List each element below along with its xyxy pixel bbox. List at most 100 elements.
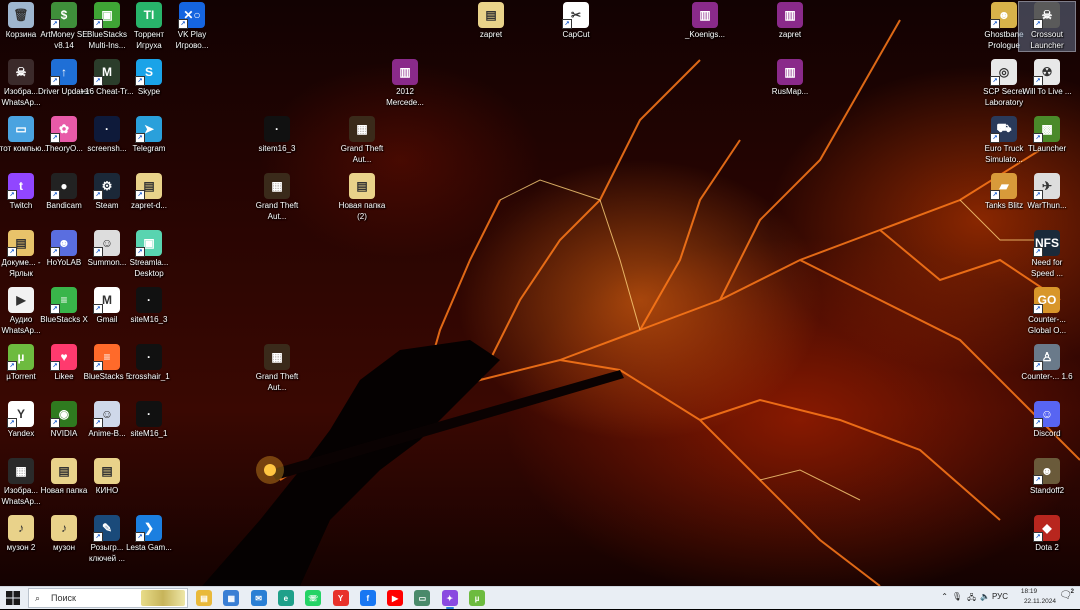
shortcut-arrow-icon: ↗ [1033,532,1043,542]
app-icon: ◎ ↗ [990,59,1017,86]
chevron-up-icon[interactable]: ⌃ [941,592,948,601]
desktop-icon[interactable]: · sitem16_3 [249,116,305,155]
desktop-icon[interactable]: ✂ ↗ CapCut [548,2,604,41]
app-icon: ▦ [264,344,290,370]
explorer-icon[interactable]: ▤ [196,590,212,606]
desktop-icon[interactable]: GO ↗ Counter-... Global O... [1019,287,1075,336]
notification-count: 2 [1070,589,1074,595]
screen-icon[interactable]: ▭ [414,590,431,606]
desktop-icon[interactable]: ❯ ↗ Lesta Gam... [121,515,177,554]
store-icon[interactable]: ▦ [223,590,240,606]
taskbar-search-box[interactable]: ⌕ Поиск [28,588,188,608]
desktop-icon-label: Counter-... Global O... [1027,315,1067,335]
desktop-icon-label: Dota 2 [1035,543,1059,552]
desktop-icon-label: Standoff2 [1029,486,1065,495]
windows-start-icon[interactable] [6,591,20,605]
app-icon: ❯ ↗ [135,515,162,542]
desktop-icon[interactable]: ▥ zapret [762,2,818,41]
shortcut-arrow-icon: ↗ [1033,418,1043,428]
app-icon: t ↗ [7,173,34,200]
mail-icon[interactable]: ✉ [250,590,267,606]
desktop-icon[interactable]: ▤ ↗ zapret-d... [121,173,177,212]
shortcut-arrow-icon: ↗ [7,190,17,200]
app-icon: TI [136,2,162,28]
microphone-icon[interactable]: 🎙 [952,592,962,601]
desktop-icon[interactable]: ➤ ↗ Telegram [121,116,177,155]
yandex-icon[interactable]: Y [332,590,349,606]
shortcut-arrow-icon: ↗ [50,361,60,371]
shortcut-arrow-icon: ↗ [50,190,60,200]
desktop-icon[interactable]: ✕○ ↗ VK Play Игрово... [164,2,220,51]
shortcut-arrow-icon: ↗ [50,247,60,257]
desktop-icon-label: crosshair_1 [128,372,170,381]
desktop-icon[interactable]: ▤ zapret [463,2,519,41]
shortcut-arrow-icon: ↗ [93,190,103,200]
desktop-icon[interactable]: ◆ ↗ Dota 2 [1019,515,1075,554]
shortcut-arrow-icon: ↗ [93,418,103,428]
clock-date[interactable]: 22.11.2024 [1024,598,1056,605]
desktop-icon[interactable]: ☻ ↗ Standoff2 [1019,458,1075,497]
desktop-icon-label: Новая папка (2) [338,201,386,221]
youtube-icon[interactable]: ▶ [387,590,404,606]
shortcut-arrow-icon: ↗ [1033,19,1043,29]
app-icon: ☺ ↗ [93,230,120,257]
messenger-icon[interactable]: ✦ [441,590,458,609]
desktop-icon[interactable]: ▥ RusMap... [762,59,818,98]
desktop-icon[interactable]: ▦ Grand Theft Aut... [334,116,390,165]
desktop-icon[interactable]: S ↗ Skype [121,59,177,98]
desktop-icon[interactable]: ▩ ↗ TLauncher [1019,116,1075,155]
desktop-icon[interactable]: ☢ ↗ Will To Live ... [1019,59,1075,98]
shortcut-arrow-icon: ↗ [50,304,60,314]
desktop-icon[interactable]: ▥ _Koenigs... [677,2,733,41]
desktop-icon[interactable]: · crosshair_1 [121,344,177,383]
app-icon: NFS ↗ [1033,230,1060,257]
app-icon: S ↗ [135,59,162,86]
whatsapp-icon[interactable]: ☏ [305,590,322,606]
app-icon: ≡ ↗ [50,287,77,314]
running-indicator [445,607,454,609]
app-icon: ▤ [349,173,375,199]
desktop-icon-label: VK Play Игрово... [175,30,209,50]
app-icon: µ ↗ [7,344,34,371]
desktop-icon[interactable]: ☠ ↗ Crossout Launcher [1018,1,1076,52]
language-indicator[interactable]: РУС [992,592,1008,601]
app-icon: M ↗ [93,59,120,86]
shortcut-arrow-icon: ↗ [135,532,145,542]
edge-icon[interactable]: e [277,590,294,606]
app-icon: · [264,116,290,142]
facebook-icon[interactable]: f [359,590,376,606]
desktop-icon[interactable]: ▤ Новая папка (2) [334,173,390,222]
desktop-icon-label: Will To Live ... [1022,87,1072,96]
app-icon: · [136,287,162,313]
shortcut-arrow-icon: ↗ [135,247,145,257]
shortcut-arrow-icon: ↗ [990,19,1000,29]
desktop-icon-label: Streamla... Desktop [129,258,169,278]
desktop-icon[interactable]: NFS ↗ Need for Speed ... [1019,230,1075,279]
desktop-icon[interactable]: · siteM16_3 [121,287,177,326]
desktop-icon[interactable]: ▤ КИНО [79,458,135,497]
app-icon: ☠ ↗ [1033,2,1060,29]
app-icon: ▦ [8,458,34,484]
desktop-icon[interactable]: ▦ Grand Theft Aut... [249,173,305,222]
app-icon: ▣ ↗ [135,230,162,257]
desktop-icon[interactable]: ♙ ↗ Counter-... 1.6 [1019,344,1075,383]
app-icon: ⛟ ↗ [990,116,1017,143]
volume-icon[interactable]: 🔈 [980,592,990,601]
app-icon: ✕○ ↗ [178,2,205,29]
desktop-icon[interactable]: ✈ ↗ WarThun... [1019,173,1075,212]
desktop-icon[interactable]: · siteM16_1 [121,401,177,440]
app-icon: ☺ ↗ [1033,401,1060,428]
shortcut-arrow-icon: ↗ [1033,133,1043,143]
app-icon: ☠ [8,59,34,85]
desktop-icon[interactable]: ▣ ↗ Streamla... Desktop [121,230,177,279]
app-icon: ▤ [94,458,120,484]
app-icon: ▤ ↗ [135,173,162,200]
shortcut-arrow-icon: ↗ [93,19,103,29]
desktop-icon[interactable]: ▥ 2012 Mercede... [377,59,433,108]
app-icon: ♥ ↗ [50,344,77,371]
utorrent-icon[interactable]: µ [469,590,485,606]
network-icon[interactable]: 🖧 [967,592,976,606]
clock-time[interactable]: 18:19 [1012,588,1046,595]
desktop-icon[interactable]: ▦ Grand Theft Aut... [249,344,305,393]
desktop-icon[interactable]: ☺ ↗ Discord [1019,401,1075,440]
